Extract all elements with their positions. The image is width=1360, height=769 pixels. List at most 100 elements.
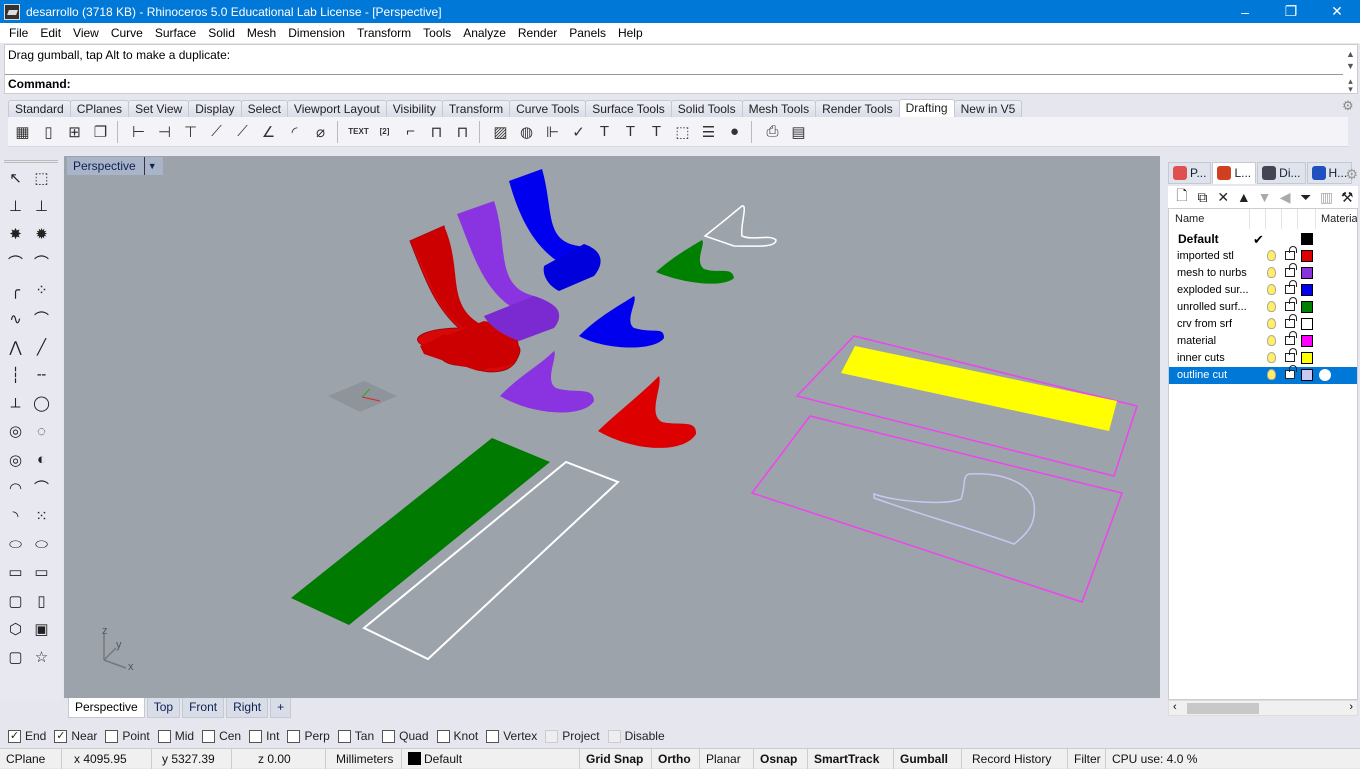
status-cplane[interactable]: CPlane [0,748,62,769]
gumball-settings-icon[interactable]: ✸ [3,221,28,246]
osnap-knot[interactable]: Knot [436,729,478,743]
toolbar-tab-solid-tools[interactable]: Solid Tools [670,100,743,117]
history-scroll-up-icon[interactable]: ▲ [1344,49,1357,59]
rectangle-vertical-icon[interactable]: ▯ [29,588,54,613]
osnap-checkbox[interactable] [436,729,450,743]
grid-snap-toggle[interactable]: Grid Snap [580,748,652,769]
leader2-icon[interactable]: ⌐ [398,119,423,144]
osnap-checkbox[interactable] [607,729,621,743]
osnap-checkbox[interactable] [337,729,351,743]
add-viewport-tab-button[interactable]: + [270,698,292,718]
layer-row[interactable]: imported stl [1169,246,1357,265]
layer-row[interactable]: exploded sur... [1169,280,1357,299]
dim-rotated-icon[interactable]: ⟋ [204,119,229,144]
osnap-quad[interactable]: Quad [382,729,429,743]
layer-color-swatch[interactable] [1301,267,1313,279]
layer-name[interactable]: outline cut [1177,369,1227,381]
layer-color-swatch[interactable] [1301,250,1313,262]
layer-visible-bulb-icon[interactable] [1267,369,1276,380]
layer-row[interactable]: outline cut [1169,365,1357,384]
record-history-toggle[interactable]: Record History [962,748,1068,769]
menu-surface[interactable]: Surface [149,23,202,43]
menu-tools[interactable]: Tools [417,23,457,43]
toolbar-tab-new-in-v5[interactable]: New in V5 [953,100,1023,117]
layer-name[interactable]: inner cuts [1177,352,1225,364]
viewport-tab-perspective[interactable]: Perspective [68,698,145,718]
dim-angled-icon[interactable]: ⟋ [230,119,255,144]
layer-name[interactable]: crv from srf [1177,318,1232,330]
layer-color-swatch[interactable] [1301,369,1313,381]
point-cloud-icon[interactable]: ⁙ [29,503,54,528]
new-sublayer-icon[interactable]: ⧉ [1193,188,1213,206]
sphere-render-icon[interactable]: ● [722,119,747,144]
layers-horizontal-scrollbar[interactable]: ‹ › [1168,700,1358,716]
make2d-icon[interactable]: ⬚ [670,119,695,144]
osnap-cen[interactable]: Cen [202,729,241,743]
circle-around-curve-icon[interactable]: ◐ [29,447,54,472]
menu-dimension[interactable]: Dimension [282,23,351,43]
osnap-checkbox[interactable]: ✓ [8,729,21,743]
outline-cut-curve[interactable] [873,473,1036,545]
polyline-icon[interactable]: ⋀ [3,334,28,359]
panel-tab-properties[interactable]: P... [1168,162,1212,184]
menu-solid[interactable]: Solid [202,23,241,43]
panel-options-gear-icon[interactable]: ⚙ [1345,166,1358,183]
text-edit-icon[interactable]: T [592,119,617,144]
osnap-project[interactable]: Project [545,729,600,743]
select-icon[interactable]: ↖ [3,165,28,190]
page-copy-icon[interactable]: ❐ [88,119,113,144]
layer-color-swatch[interactable] [1301,352,1313,364]
viewport-tab-right[interactable]: Right [226,698,269,718]
circle-center-icon[interactable]: ◯ [29,391,54,416]
layer-unlock-icon[interactable] [1285,331,1297,345]
dim-angle-icon[interactable]: ∠ [256,119,281,144]
osnap-checkbox[interactable] [382,729,396,743]
curve-interpolate-icon[interactable]: ⌒ [29,250,54,275]
current-layer-check-icon[interactable]: ✔ [1253,232,1264,248]
line-horizontal-icon[interactable]: ╌ [29,362,54,387]
osnap-checkbox[interactable] [287,729,301,743]
layer-material-icon[interactable] [1319,369,1331,381]
control-polygon-icon[interactable]: ⁘ [29,278,54,303]
panel-tab-layers[interactable]: L... [1212,162,1257,184]
delete-icon[interactable]: ✕ [1213,188,1233,206]
layer-name[interactable]: mesh to nurbs [1177,267,1247,279]
osnap-perp[interactable]: Perp [287,729,330,743]
layer-unlock-icon[interactable] [1285,314,1297,328]
seat-white-outline[interactable] [703,205,777,247]
toolbar-tab-cplanes[interactable]: CPlanes [69,100,130,117]
column-name[interactable]: Name [1175,213,1204,225]
osnap-checkbox[interactable] [157,729,171,743]
polygon-icon[interactable]: ⬡ [3,616,28,641]
menu-curve[interactable]: Curve [105,23,149,43]
layer-visible-bulb-icon[interactable] [1267,335,1276,346]
menu-render[interactable]: Render [512,23,563,43]
toolbar-tab-curve-tools[interactable]: Curve Tools [509,100,587,117]
trash-icon[interactable]: ▥ [1317,188,1337,206]
viewport-title[interactable]: Perspective ▼ [67,157,163,175]
new-layer-icon[interactable]: 🗋 [1172,187,1192,206]
osnap-mid[interactable]: Mid [157,729,194,743]
osnap-tan[interactable]: Tan [337,729,374,743]
command-input[interactable] [75,76,1335,92]
layer-unlock-icon[interactable] [1285,297,1297,311]
toolbar-tab-render-tools[interactable]: Render Tools [815,100,900,117]
layer-color-swatch[interactable] [1301,233,1313,245]
planar-toggle[interactable]: Planar [700,748,754,769]
layer-visible-bulb-icon[interactable] [1267,284,1276,295]
ellipse-center-icon[interactable]: ⬭ [3,532,28,557]
perspective-viewport[interactable]: Perspective ▼ z y x [64,156,1160,698]
column-material[interactable]: Material [1321,213,1357,225]
dim-horizontal-icon[interactable]: ⊤ [178,119,203,144]
osnap-checkbox[interactable]: ✓ [54,729,68,743]
layer-name[interactable]: unrolled surf... [1177,301,1247,313]
dim-linear-icon[interactable]: ⊢ [126,119,151,144]
scroll-left-icon[interactable]: ‹ [1173,701,1177,713]
layer-name[interactable]: material [1177,335,1216,347]
move-out-icon[interactable]: ◀ [1275,188,1295,206]
viewport-tab-top[interactable]: Top [146,698,181,718]
osnap-checkbox[interactable] [545,729,559,743]
menu-panels[interactable]: Panels [563,23,612,43]
toolbar-tab-set-view[interactable]: Set View [128,100,190,117]
dim-edit-icon[interactable]: ⊩ [540,119,565,144]
